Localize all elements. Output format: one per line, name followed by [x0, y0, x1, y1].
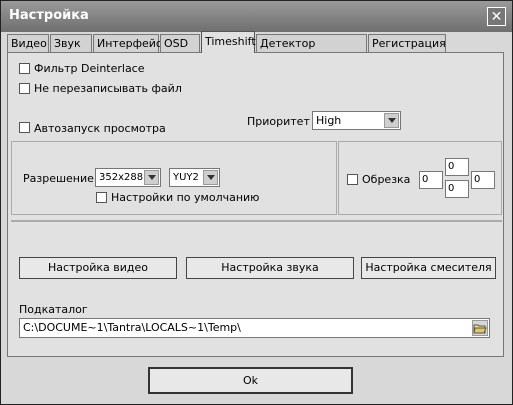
- no-overwrite-label: Не перезаписывать файл: [34, 82, 182, 95]
- crop-right-input[interactable]: 0: [471, 171, 495, 189]
- chevron-down-icon[interactable]: [384, 113, 399, 128]
- pixel-format-select[interactable]: YUY2: [169, 168, 220, 187]
- subdir-value: C:\DOCUME~1\Tantra\LOCALS~1\Temp\: [23, 321, 241, 334]
- ok-button[interactable]: Ok: [148, 367, 353, 394]
- title-bar: Настройка ✕: [1, 1, 512, 32]
- defaults-checkbox[interactable]: [96, 192, 107, 203]
- defaults-label: Настройки по умолчанию: [111, 191, 260, 204]
- crop-checkbox[interactable]: [347, 174, 358, 185]
- resolution-label: Разрешение: [23, 172, 94, 185]
- crop-bottom-input[interactable]: 0: [445, 180, 469, 198]
- tab-osd[interactable]: OSD: [160, 34, 200, 52]
- tab-interface[interactable]: Интерфейс: [93, 34, 162, 52]
- video-settings-button[interactable]: Настройка видео: [19, 257, 177, 279]
- no-overwrite-checkbox[interactable]: [19, 83, 30, 94]
- divider: [11, 220, 502, 222]
- crop-left-input[interactable]: 0: [419, 171, 443, 189]
- resolution-size-select[interactable]: 352x288: [95, 168, 161, 187]
- window-title: Настройка: [9, 8, 89, 23]
- priority-value: High: [316, 114, 342, 127]
- mixer-settings-button[interactable]: Настройка смесителя: [361, 257, 496, 279]
- audio-settings-button[interactable]: Настройка звука: [186, 257, 354, 279]
- chevron-down-icon[interactable]: [203, 170, 218, 185]
- crop-top-input[interactable]: 0: [445, 158, 469, 176]
- autostart-label: Автозапуск просмотра: [34, 122, 166, 135]
- subdir-label: Подкаталог: [19, 303, 88, 316]
- deinterlace-label: Фильтр Deinterlace: [34, 62, 145, 75]
- deinterlace-checkbox[interactable]: [19, 63, 30, 74]
- priority-select[interactable]: High: [312, 111, 401, 130]
- subdir-input[interactable]: C:\DOCUME~1\Tantra\LOCALS~1\Temp\: [19, 318, 490, 338]
- folder-open-icon[interactable]: [472, 320, 488, 336]
- settings-window: Настройка ✕ Видео Звук Интерфейс OSD Tim…: [0, 0, 513, 405]
- tab-motion-detector[interactable]: Детектор движения: [256, 34, 367, 68]
- tab-audio[interactable]: Звук: [50, 34, 92, 52]
- autostart-checkbox[interactable]: [19, 122, 30, 133]
- close-button[interactable]: ✕: [487, 7, 506, 26]
- resolution-size-value: 352x288: [99, 172, 144, 183]
- tab-registration[interactable]: Регистрация: [368, 34, 446, 52]
- crop-label: Обрезка: [362, 173, 411, 186]
- pixel-format-value: YUY2: [173, 172, 199, 183]
- priority-label: Приоритет: [247, 115, 310, 128]
- tab-video[interactable]: Видео: [7, 34, 49, 52]
- tab-timeshift[interactable]: Timeshift: [201, 31, 256, 53]
- chevron-down-icon[interactable]: [144, 170, 159, 185]
